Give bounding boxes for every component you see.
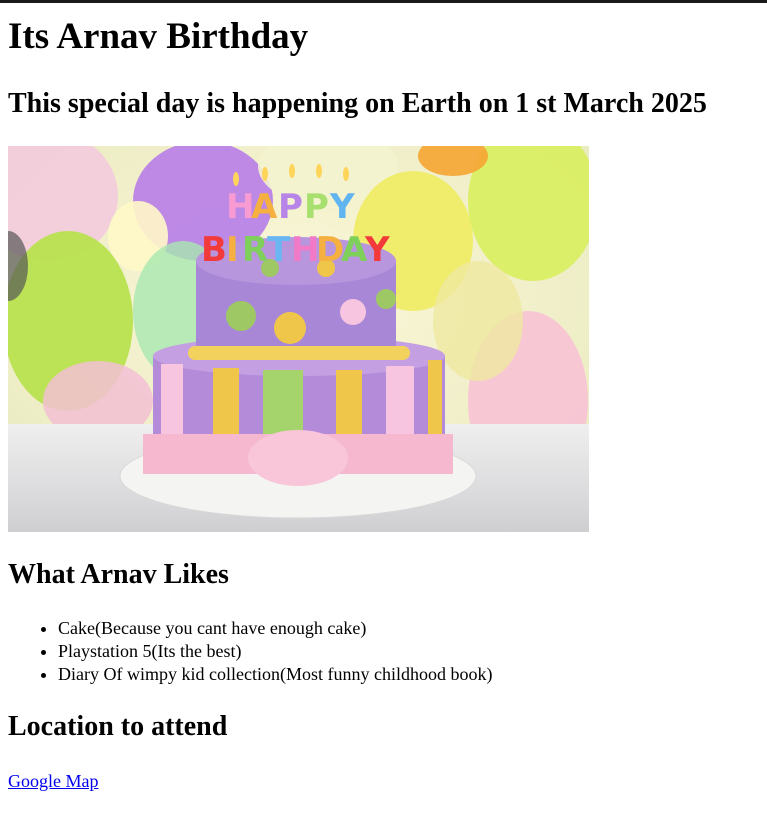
likes-list: Cake(Because you cant have enough cake) … xyxy=(8,617,492,686)
page-title: Its Arnav Birthday xyxy=(8,16,309,57)
svg-text:A: A xyxy=(341,230,368,270)
location-heading: Location to attend xyxy=(8,711,228,742)
svg-text:I: I xyxy=(226,230,239,270)
svg-text:B: B xyxy=(201,230,227,270)
birthday-cake-image: H A P P Y B I R T H D A Y xyxy=(8,146,589,532)
svg-text:P: P xyxy=(278,187,303,227)
svg-text:Y: Y xyxy=(329,187,355,227)
svg-text:T: T xyxy=(267,230,291,270)
svg-text:D: D xyxy=(316,230,344,270)
likes-heading: What Arnav Likes xyxy=(8,559,229,590)
svg-text:Y: Y xyxy=(364,230,390,270)
google-map-link[interactable]: Google Map xyxy=(8,770,98,793)
list-item: Diary Of wimpy kid collection(Most funny… xyxy=(58,663,492,686)
list-item: Cake(Because you cant have enough cake) xyxy=(58,617,492,640)
list-item: Playstation 5(Its the best) xyxy=(58,640,492,663)
event-date-subtitle: This special day is happening on Earth o… xyxy=(8,88,707,119)
svg-text:A: A xyxy=(251,187,278,227)
svg-text:P: P xyxy=(304,187,329,227)
svg-text:R: R xyxy=(242,230,268,270)
